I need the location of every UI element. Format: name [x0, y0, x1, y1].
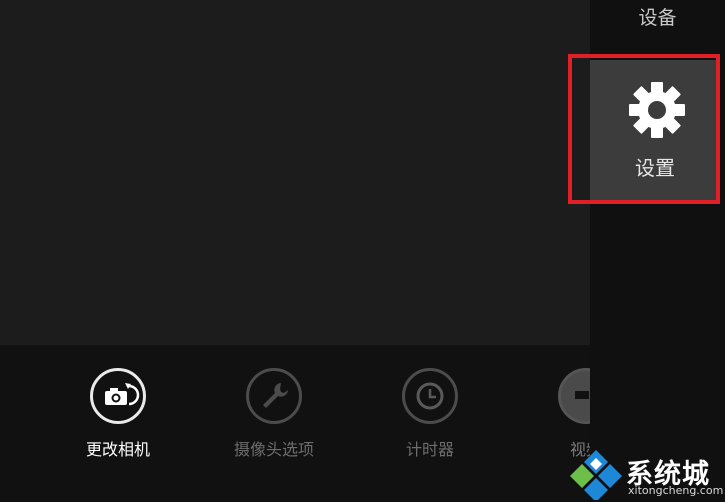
gear-icon — [629, 82, 685, 138]
settings-tile[interactable]: 设置 — [590, 60, 720, 202]
timer-button[interactable]: 计时器 — [378, 368, 488, 468]
wrench-icon — [246, 368, 302, 424]
camera-switch-icon — [90, 368, 146, 424]
camera-options-button[interactable]: 摄像头选项 — [222, 368, 332, 468]
watermark-url: xitongcheng.com — [628, 484, 724, 497]
camera-viewfinder — [0, 0, 590, 345]
devices-charm-pane: 设备 设置 — [590, 0, 725, 502]
xitongcheng-logo-icon — [570, 450, 622, 500]
timer-label: 计时器 — [405, 440, 454, 459]
settings-label: 设置 — [635, 156, 675, 180]
change-camera-label: 更改相机 — [85, 440, 150, 459]
clock-icon — [402, 368, 458, 424]
change-camera-button[interactable]: 更改相机 — [66, 368, 176, 468]
charm-title: 设备 — [638, 7, 677, 29]
camera-options-label: 摄像头选项 — [233, 440, 314, 459]
camera-app-screen: 更改相机 摄像头选项 计时器 视频 设备 设置 系统城 xitongcheng.… — [0, 0, 725, 502]
watermark: 系统城 xitongcheng.com — [566, 446, 725, 502]
